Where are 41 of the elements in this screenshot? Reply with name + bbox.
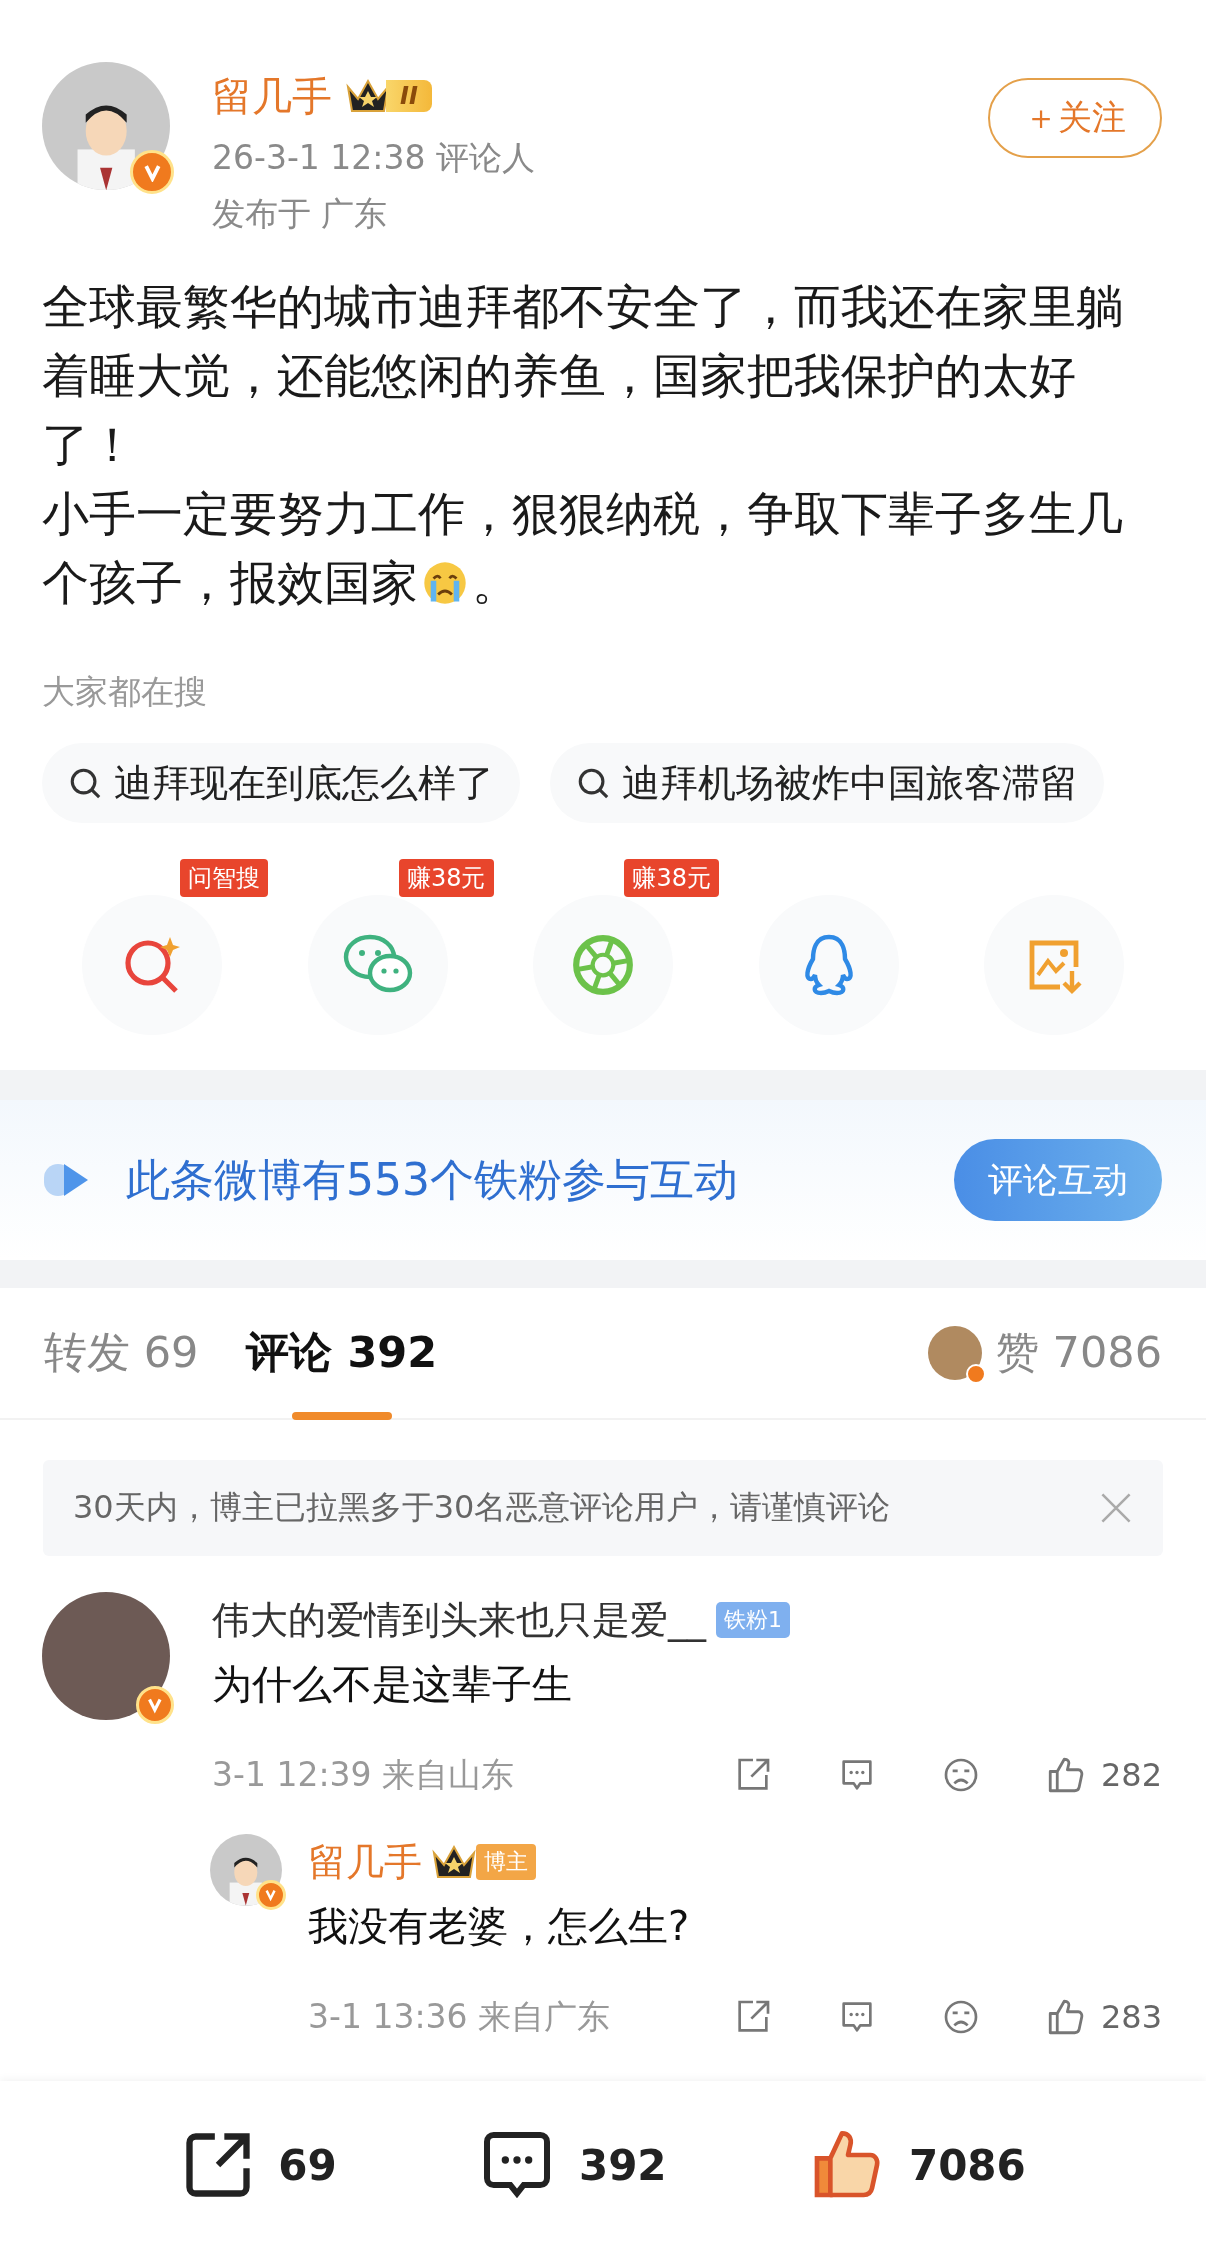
- like-button[interactable]: 7086: [800, 2124, 1032, 2206]
- banner-text: 此条微博有553个铁粉参与互动: [126, 1152, 739, 1207]
- user-name[interactable]: 伟大的爱情到头来也只是爱__: [212, 1594, 706, 1646]
- fan-badge: 铁粉1: [716, 1602, 790, 1638]
- post-text: 了！: [42, 416, 136, 474]
- author-name[interactable]: 留几手: [212, 68, 332, 124]
- post-text: 小手一定要努力工作，狠狠纳税，争取下辈子多生几: [42, 485, 1123, 543]
- search-icon: [576, 766, 610, 800]
- user-name[interactable]: 留几手: [308, 1836, 422, 1888]
- search-suggestion[interactable]: 迪拜机场被炸中国旅客滞留: [550, 743, 1104, 823]
- search-icon: [68, 766, 102, 800]
- post-time: 26-3-1 12:38 评论人: [212, 137, 536, 179]
- repost-button[interactable]: 69: [174, 2126, 343, 2204]
- comment-time: 3-1 12:39 来自山东: [212, 1753, 515, 1796]
- comment-time: 3-1 13:36 来自广东: [308, 1995, 611, 2038]
- comment-text: 我没有老婆，怎么生?: [308, 1902, 691, 1951]
- promo-tag: 赚38元: [624, 859, 719, 897]
- author-badge: 博主: [476, 1844, 536, 1880]
- promo-tag: 赚38元: [398, 859, 494, 897]
- aperture-icon: [570, 932, 636, 998]
- like-button[interactable]: 282: [1044, 1754, 1162, 1796]
- section-title: 大家都在搜: [41, 671, 208, 713]
- post-text: 着睡大觉，还能悠闲的养鱼，国家把我保护的太好: [42, 347, 1076, 405]
- tab[interactable]: 评论 392: [246, 1324, 438, 1382]
- comment-button[interactable]: 392: [470, 2124, 673, 2206]
- comment-text: 为什么不是这辈子生: [212, 1660, 573, 1709]
- verified-badge-icon: [965, 1364, 986, 1384]
- post-text: 全球最繁华的城市迪拜都不安全了，而我还在家里躺: [42, 278, 1123, 336]
- post-text: 。: [472, 554, 519, 612]
- level-badge: II: [386, 80, 432, 112]
- notice-text: 30天内，博主已拉黑多于30名恶意评论用户，请谨慎评论: [73, 1487, 892, 1528]
- post-text: 个孩子，报效国家: [42, 554, 418, 612]
- promo-tag: 问智搜: [180, 859, 268, 897]
- likes-count[interactable]: 赞 7086: [995, 1324, 1162, 1382]
- tab[interactable]: 转发 69: [44, 1324, 199, 1382]
- like-button[interactable]: 283: [1044, 1996, 1162, 2038]
- avatar-photo-placeholder: [927, 1326, 982, 1380]
- crown-icon: [432, 1843, 476, 1881]
- search-suggestion[interactable]: 迪拜现在到底怎么样了: [42, 743, 520, 823]
- follow-button[interactable]: ＋关注: [988, 78, 1162, 158]
- post-location: 发布于 广东: [212, 193, 389, 235]
